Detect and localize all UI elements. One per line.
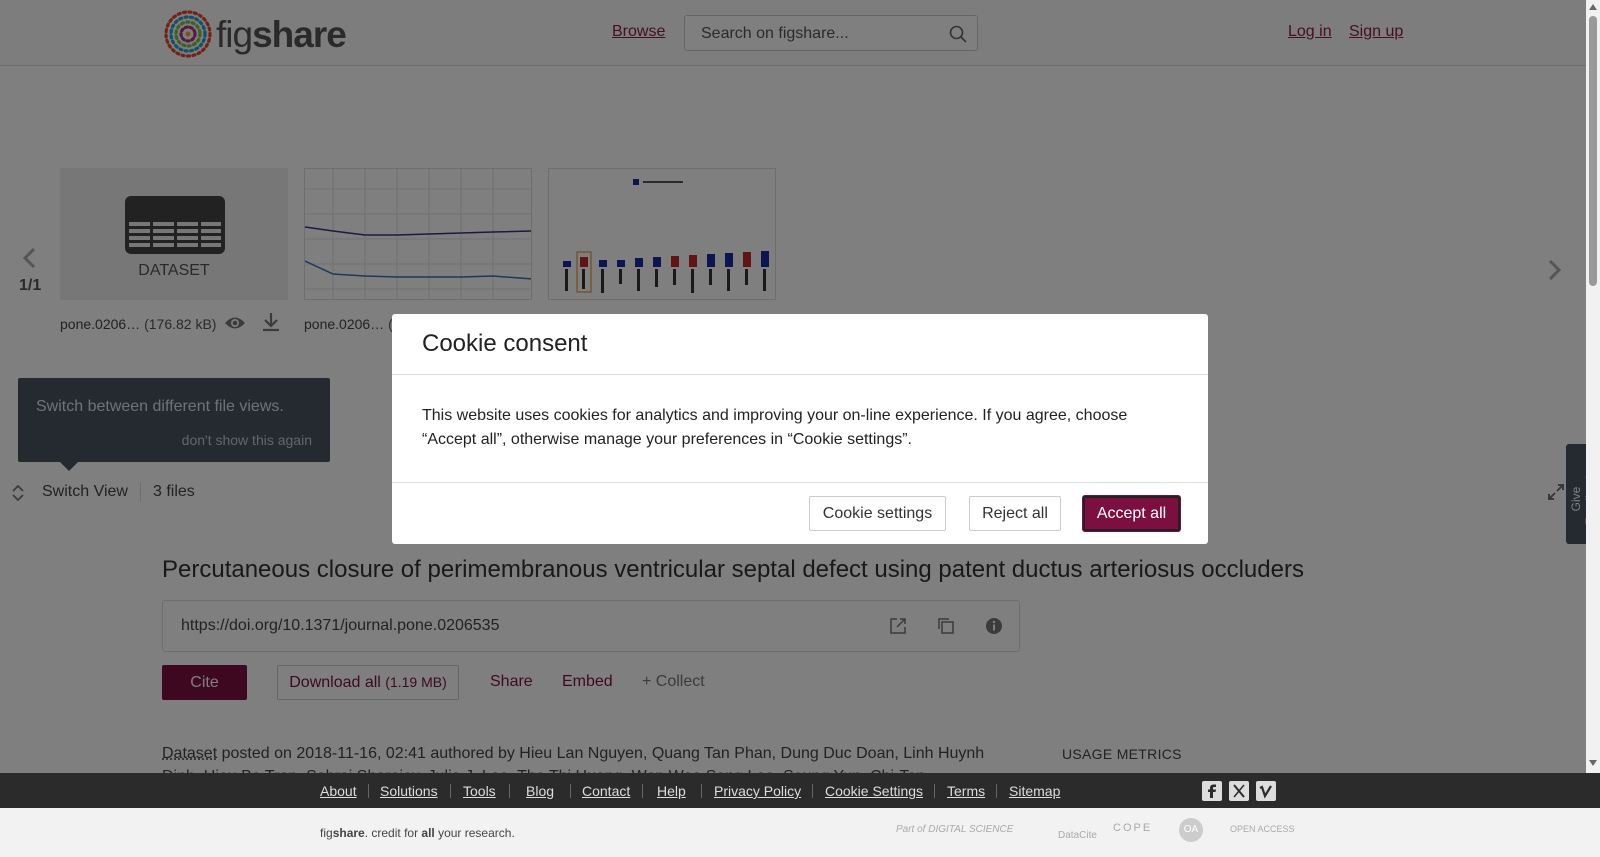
footer-separator xyxy=(996,784,997,798)
footer-separator xyxy=(450,784,451,798)
footer-nav: About Solutions Tools Blog Contact Help … xyxy=(0,773,1600,808)
reject-all-button[interactable]: Reject all xyxy=(969,496,1061,531)
footer-link-contact[interactable]: Contact xyxy=(582,783,630,799)
footer-tagline: figshare. credit for all your research. xyxy=(320,826,515,840)
footer-separator xyxy=(812,784,813,798)
footer-link-terms[interactable]: Terms xyxy=(947,783,985,799)
digital-science-logo[interactable]: Part of DIGITAL SCIENCE xyxy=(896,824,1013,835)
accept-all-button[interactable]: Accept all xyxy=(1083,496,1180,531)
modal-title: Cookie consent xyxy=(422,330,588,357)
cope-logo[interactable]: COPE xyxy=(1113,822,1152,834)
divider xyxy=(392,374,1208,375)
footer-link-solutions[interactable]: Solutions xyxy=(380,783,438,799)
footer-link-sitemap[interactable]: Sitemap xyxy=(1009,783,1060,799)
scroll-up-arrow[interactable] xyxy=(1589,4,1597,10)
scroll-down-arrow[interactable] xyxy=(1589,760,1597,766)
footer-separator xyxy=(368,784,369,798)
footer-link-tools[interactable]: Tools xyxy=(463,783,496,799)
open-access-logo[interactable]: OPEN ACCESS xyxy=(1230,824,1295,834)
footer-separator xyxy=(701,784,702,798)
footer-separator xyxy=(570,784,571,798)
facebook-icon[interactable] xyxy=(1202,781,1222,801)
footer-separator xyxy=(934,784,935,798)
footer-link-help[interactable]: Help xyxy=(657,783,686,799)
scroll-thumb[interactable] xyxy=(1589,16,1597,286)
page-scrollbar[interactable] xyxy=(1586,0,1600,773)
cookie-settings-button[interactable]: Cookie settings xyxy=(809,496,946,531)
x-twitter-icon[interactable] xyxy=(1229,781,1249,801)
divider xyxy=(392,482,1208,483)
footer-link-privacy-policy[interactable]: Privacy Policy xyxy=(714,783,801,799)
cookie-consent-modal: Cookie consent This website uses cookies… xyxy=(392,314,1208,544)
datacite-logo[interactable]: DataCite xyxy=(1058,830,1097,841)
footer-link-blog[interactable]: Blog xyxy=(526,783,554,799)
footer-bottom: figshare. credit for all your research. … xyxy=(0,808,1600,857)
oa-globe-logo[interactable]: OA xyxy=(1179,818,1203,842)
vimeo-icon[interactable] xyxy=(1256,781,1276,801)
footer-link-cookie-settings[interactable]: Cookie Settings xyxy=(825,783,923,799)
modal-body-text: This website uses cookies for analytics … xyxy=(422,407,1128,448)
footer-separator xyxy=(509,784,510,798)
footer-separator xyxy=(642,784,643,798)
footer-link-about[interactable]: About xyxy=(320,783,357,799)
